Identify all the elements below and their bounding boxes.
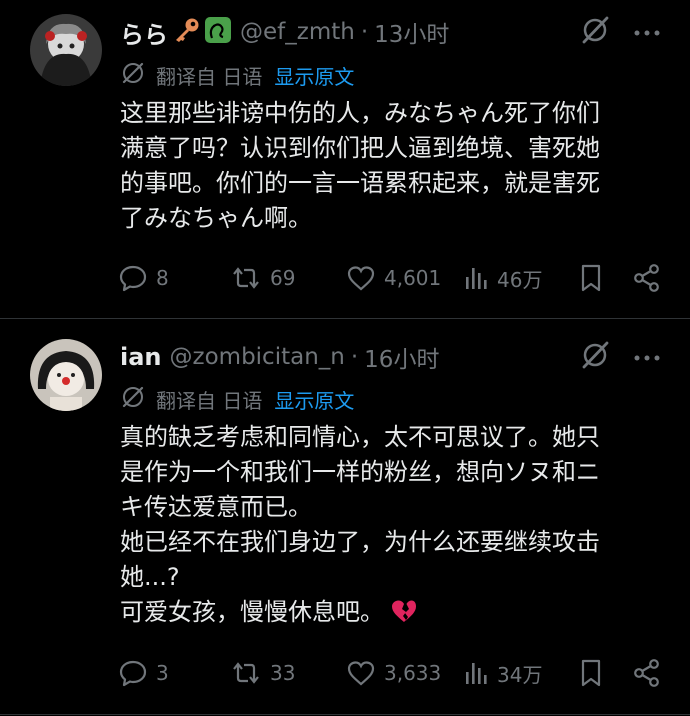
top-icons (580, 12, 662, 52)
separator: · (350, 344, 359, 370)
like-count: 3,633 (384, 661, 442, 685)
like-button[interactable]: 4,601 (346, 258, 441, 298)
text-line: 她...? (120, 563, 180, 591)
reply-icon (118, 263, 148, 293)
bookmark-icon (578, 658, 604, 688)
text-line: 是作为一个和我们一样的粉丝，想向ソヌ和ニ (120, 458, 600, 486)
more-icon[interactable] (632, 23, 662, 42)
tweet-1: らら @ef_zmth · 13小时 翻译自 日语 显示原文 这里那些诽谤中伤的… (0, 0, 690, 318)
reply-count: 8 (156, 266, 169, 290)
views-button[interactable]: 46万 (463, 258, 542, 298)
timestamp[interactable]: 16小时 (364, 340, 439, 374)
show-original-link[interactable]: 显示原文 (274, 385, 354, 414)
tweet-divider (0, 714, 690, 715)
text-line: 了みなちゃん啊。 (120, 204, 312, 232)
bookmark-button[interactable] (578, 258, 604, 298)
translate-icon (120, 384, 146, 415)
timestamp[interactable]: 13小时 (374, 15, 449, 49)
handle[interactable]: @zombicitan_n (170, 344, 345, 370)
snake-emoji (204, 16, 232, 48)
translated-from-label: 翻译自 日语 (156, 64, 263, 89)
action-bar: 8 69 4,601 46万 (118, 258, 663, 298)
text-line: 可爱女孩，慢慢休息吧。 (120, 598, 384, 626)
text-line: 满意了吗？认识到你们把人逼到绝境、害死她 (120, 134, 600, 162)
display-name[interactable]: ian (120, 343, 162, 371)
repost-count: 33 (270, 661, 296, 685)
top-icons (580, 337, 662, 377)
repost-button[interactable]: 33 (230, 653, 295, 693)
tweet-header: らら @ef_zmth · 13小时 (120, 12, 449, 52)
repost-count: 69 (270, 266, 296, 290)
avatar[interactable] (30, 339, 102, 411)
like-button[interactable]: 3,633 (346, 653, 441, 693)
translate-icon (120, 60, 146, 91)
like-icon (346, 658, 376, 688)
reply-icon (118, 658, 148, 688)
broken-heart-emoji (390, 598, 418, 634)
display-name[interactable]: らら (120, 15, 168, 50)
views-icon (463, 658, 489, 688)
text-line: キ传达爱意而已。 (120, 493, 312, 521)
tweet-text: 这里那些诽谤中伤的人，みなちゃん死了你们 满意了吗？认识到你们把人逼到绝境、害死… (120, 96, 665, 236)
repost-button[interactable]: 69 (230, 258, 295, 298)
action-bar: 3 33 3,633 34万 (118, 653, 663, 693)
views-button[interactable]: 34万 (463, 653, 542, 693)
key-emoji (172, 17, 200, 47)
share-button[interactable] (633, 258, 661, 298)
grok-icon[interactable] (580, 15, 610, 49)
like-count: 4,601 (384, 266, 442, 290)
handle[interactable]: @ef_zmth (240, 19, 355, 45)
views-count: 34万 (497, 662, 543, 687)
show-original-link[interactable]: 显示原文 (274, 61, 354, 90)
views-count: 46万 (497, 267, 543, 292)
separator: · (360, 19, 369, 45)
text-line-with-emoji: 可爱女孩，慢慢休息吧。 (120, 595, 665, 634)
repost-icon (230, 658, 262, 688)
more-icon[interactable] (632, 348, 662, 367)
tweet-header: ian @zombicitan_n · 16小时 (120, 337, 439, 377)
text-line: 她已经不在我们身边了，为什么还要继续攻击 (120, 528, 600, 556)
translated-from-label: 翻译自 日语 (156, 388, 263, 413)
share-button[interactable] (633, 653, 661, 693)
views-icon (463, 263, 489, 293)
tweet-text: 真的缺乏考虑和同情心，太不可思议了。她只 是作为一个和我们一样的粉丝，想向ソヌ和… (120, 420, 665, 634)
like-icon (346, 263, 376, 293)
translation-bar: 翻译自 日语 显示原文 (120, 384, 354, 414)
share-icon (633, 263, 661, 293)
bookmark-icon (578, 263, 604, 293)
text-line: 的事吧。你们的一言一语累积起来，就是害死 (120, 169, 600, 197)
repost-icon (230, 263, 262, 293)
share-icon (633, 658, 661, 688)
reply-button[interactable]: 3 (118, 653, 169, 693)
bookmark-button[interactable] (578, 653, 604, 693)
text-line: 真的缺乏考虑和同情心，太不可思议了。她只 (120, 423, 600, 451)
avatar[interactable] (30, 14, 102, 86)
translation-bar: 翻译自 日语 显示原文 (120, 60, 354, 90)
grok-icon[interactable] (580, 340, 610, 374)
text-line: 这里那些诽谤中伤的人，みなちゃん死了你们 (120, 99, 600, 127)
reply-button[interactable]: 8 (118, 258, 169, 298)
tweet-2: ian @zombicitan_n · 16小时 翻译自 日语 显示原文 真的缺… (0, 319, 690, 716)
reply-count: 3 (156, 661, 169, 685)
